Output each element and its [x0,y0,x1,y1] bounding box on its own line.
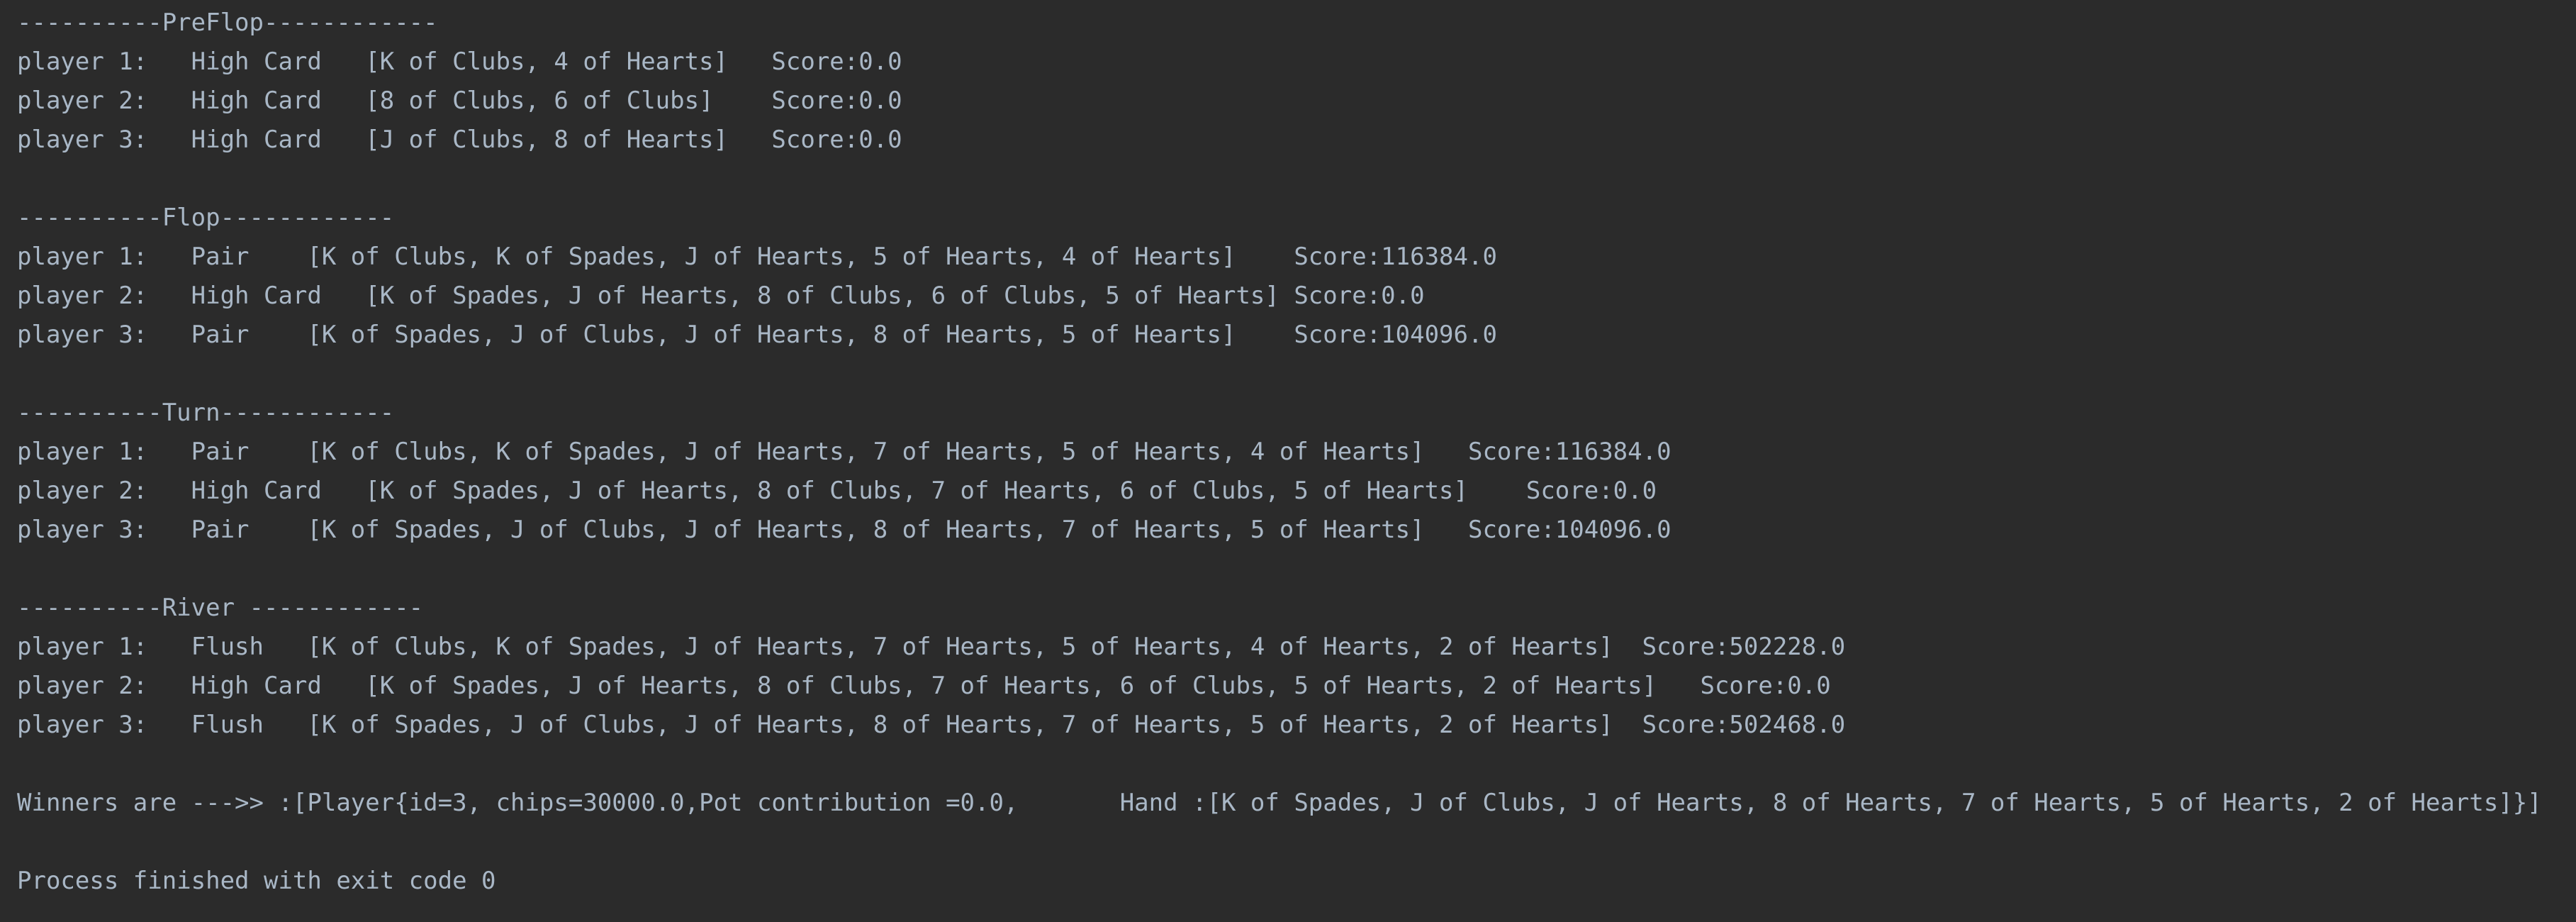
turn-player-1-line: player 1: Pair [K of Clubs, K of Spades,… [17,438,1671,466]
river-header: ----------River ------------ [17,594,424,622]
turn-player-3-line: player 3: Pair [K of Spades, J of Clubs,… [17,516,1671,544]
flop-header: ----------Flop------------ [17,204,395,232]
river-player-3-line: player 3: Flush [K of Spades, J of Clubs… [17,711,1846,739]
console-output[interactable]: ----------PreFlop------------ player 1: … [0,0,2576,922]
turn-header: ----------Turn------------ [17,399,395,427]
flop-player-2-line: player 2: High Card [K of Spades, J of H… [17,282,1425,310]
turn-player-2-line: player 2: High Card [K of Spades, J of H… [17,477,1657,505]
process-exit-line: Process finished with exit code 0 [17,867,496,895]
preflop-player-1-line: player 1: High Card [K of Clubs, 4 of He… [17,48,902,76]
winners-line: Winners are --->> :[Player{id=3, chips=3… [17,789,2542,817]
preflop-header: ----------PreFlop------------ [17,9,438,37]
river-player-2-line: player 2: High Card [K of Spades, J of H… [17,672,1831,700]
flop-player-3-line: player 3: Pair [K of Spades, J of Clubs,… [17,321,1497,349]
preflop-player-2-line: player 2: High Card [8 of Clubs, 6 of Cl… [17,87,902,115]
river-player-1-line: player 1: Flush [K of Clubs, K of Spades… [17,633,1846,661]
flop-player-1-line: player 1: Pair [K of Clubs, K of Spades,… [17,243,1497,271]
preflop-player-3-line: player 3: High Card [J of Clubs, 8 of He… [17,126,902,154]
